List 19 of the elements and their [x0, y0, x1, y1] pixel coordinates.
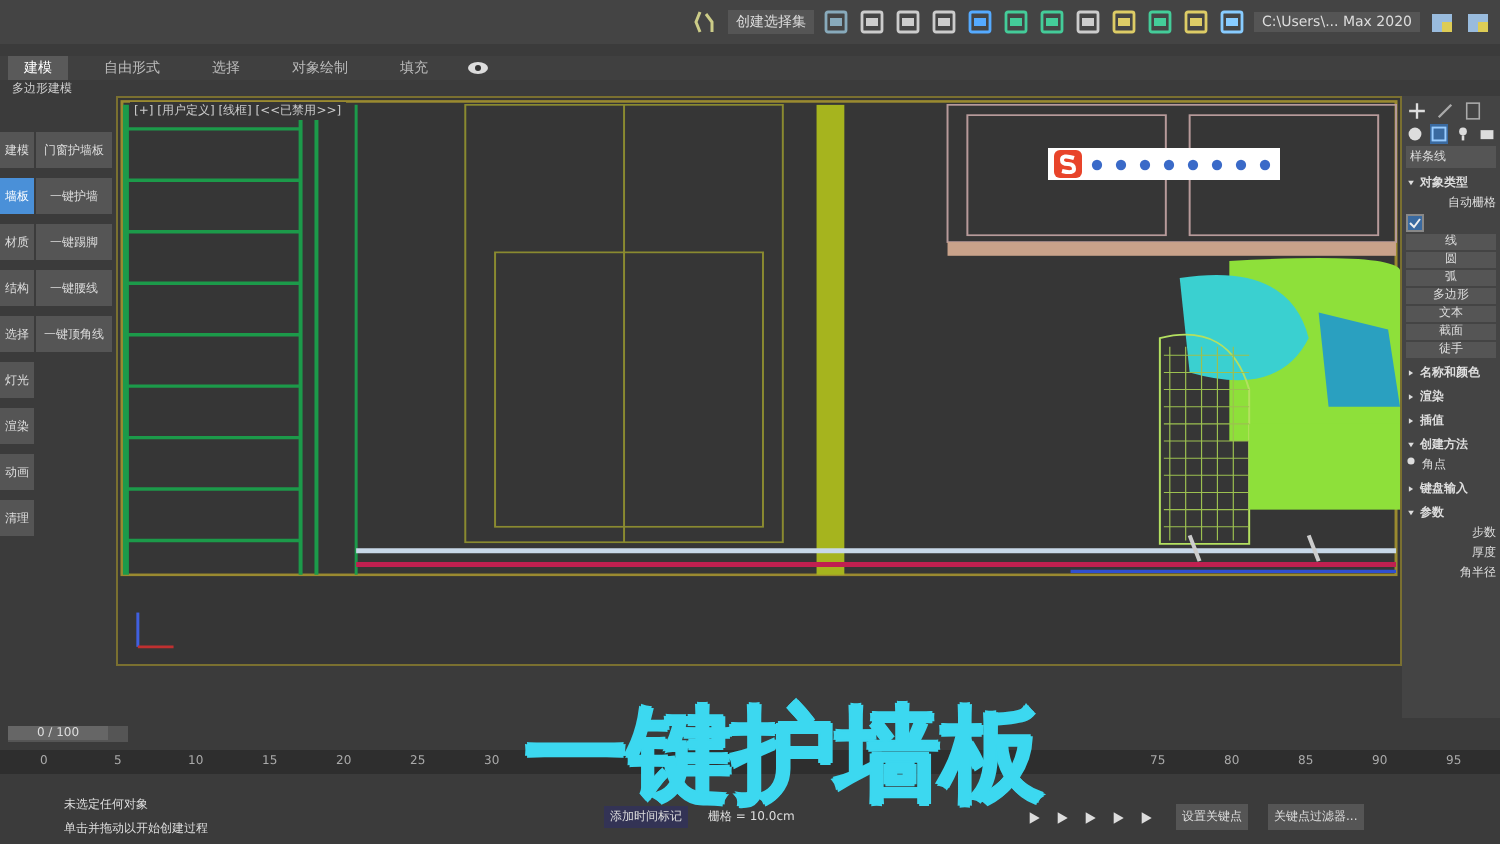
sphere-icon[interactable]: [1406, 124, 1424, 144]
caret-down-icon[interactable]: [1406, 178, 1416, 188]
caption-text: 一键护墙板: [524, 704, 1044, 808]
caret-right-icon[interactable]: [1406, 484, 1416, 494]
play-icon[interactable]: [1080, 807, 1100, 827]
caret-right-icon[interactable]: [1406, 416, 1416, 426]
axis-gizmo-icon: [136, 612, 174, 649]
caret-right-icon[interactable]: [1406, 392, 1416, 402]
caret-down-icon[interactable]: [1406, 440, 1416, 450]
hierarchy-icon[interactable]: [1462, 100, 1484, 122]
plus-icon[interactable]: [1406, 100, 1428, 122]
pencil-icon[interactable]: [1434, 100, 1456, 122]
caret-right-icon[interactable]: [1406, 368, 1416, 378]
caret-down-icon[interactable]: [1406, 508, 1416, 518]
logo-icon[interactable]: [1054, 150, 1082, 178]
light-icon[interactable]: [1454, 124, 1472, 144]
shapes-icon[interactable]: [1430, 124, 1448, 144]
radio-button[interactable]: [1406, 456, 1416, 466]
bracket-icon[interactable]: [692, 8, 720, 36]
